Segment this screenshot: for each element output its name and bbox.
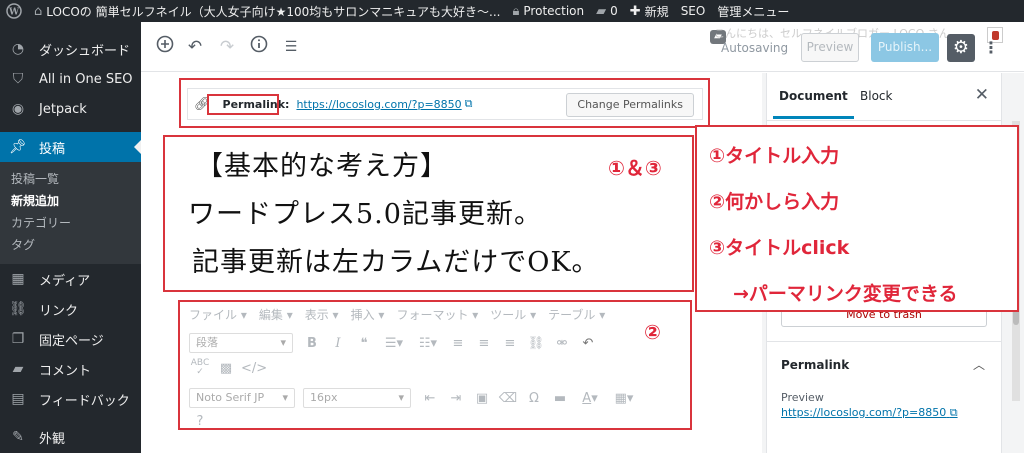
chevron-up-icon[interactable]: ︿ [973,356,985,373]
admin-menu-label: 管理メニュー [717,4,790,19]
admin-menu-link[interactable]: 管理メニュー [711,3,795,20]
svg-text:W: W [8,8,20,18]
info-button[interactable] [247,35,271,59]
list-icon: ☰ [284,39,298,55]
sidebar-item-label: Jetpack [39,101,87,117]
sidebar-item-all-in-one-seo[interactable]: ⛉ All in One SEO [0,64,141,94]
submenu-categories[interactable]: カテゴリー [0,212,141,234]
annotation-circle-2: ② [644,320,661,344]
new-label: 新規 [644,4,669,19]
redo-button[interactable]: ↷ [215,35,239,59]
preview-button[interactable]: Preview [801,33,859,62]
submenu-add-new[interactable]: 新規追加 [0,190,141,212]
sidebar-item-jetpack[interactable]: ◉ Jetpack [0,94,141,124]
posts-submenu: 投稿一覧 新規追加 カテゴリー タグ [0,162,141,264]
gear-icon: ⚙ [952,37,970,58]
sidebar-item-label: 固定ページ [39,333,104,349]
tab-document[interactable]: Document [773,89,854,119]
preview-url-link[interactable]: https://locoslog.com/?p=8850 ⧉ [781,406,958,420]
annotation-note-box: ①タイトル入力 ②何かしら入力 ③タイトルclick →パーマリンク変更できる [695,125,1019,312]
close-icon[interactable]: ✕ [975,85,989,105]
plus-circle-icon [156,35,174,53]
sidebar-item-posts[interactable]: 📌︎ 投稿 [0,132,141,162]
new-content-link[interactable]: ✚ 新規 [624,3,675,20]
info-icon [250,35,268,53]
sidebar-item-label: ダッシュボード [39,43,131,59]
pin-icon: 📌︎ [9,139,27,155]
page-icon: ❐ [11,331,25,347]
media-icon: ▦ [11,271,25,287]
sidebar-item-label: All in One SEO [39,71,133,87]
annotation-editor-box [178,300,692,430]
note-line: ①タイトル入力 [709,145,840,167]
sidebar-item-label: 投稿 [39,141,66,157]
submenu-tags[interactable]: タグ [0,234,141,256]
sidebar-item-media[interactable]: ▦ メディア [0,264,141,294]
seo-label: SEO [680,4,706,18]
note-line: ③タイトルclick [709,237,850,259]
site-name-link[interactable]: ⌂ LOCOの 簡単セルフネイル（大人女子向け★100均もサロンマニキュアも大好… [28,3,506,20]
annotation-circle-1-3: ①＆③ [608,156,662,180]
sidebar-item-label: フィードバック [39,393,130,409]
external-link-icon: ⧉ [949,406,958,419]
more-vertical-icon: ⋮ [983,38,999,57]
block-navigation-button[interactable]: ☰ [279,35,303,59]
permalink-panel-heading[interactable]: Permalink [781,358,849,372]
tab-block[interactable]: Block [860,89,892,103]
undo-button[interactable]: ↶ [183,35,207,59]
sidebar-item-label: コメント [39,363,92,379]
lock-icon: 🔒︎ [512,3,520,19]
sidebar-item-label: リンク [39,303,79,319]
comment-bubble-icon: ▰ [596,3,607,19]
admin-bar: W ⌂ LOCOの 簡単セルフネイル（大人女子向け★100均もサロンマニキュアも… [0,0,1024,22]
wordpress-logo-icon[interactable]: W [0,3,28,19]
more-menu-button[interactable]: ⋮ [983,34,999,62]
sidebar-item-pages[interactable]: ❐ 固定ページ [0,324,141,354]
annotation-permalink-label-box [207,94,279,115]
comments-link[interactable]: ▰ 0 [590,4,624,19]
undo-icon: ↶ [187,37,203,57]
protection-label: Protection [523,4,585,18]
comments-count: 0 [610,4,618,18]
sidebar-item-label: メディア [39,273,91,289]
preview-url-text: https://locoslog.com/?p=8850 [781,406,947,419]
sidebar-item-feedback[interactable]: ▤ フィードバック [0,384,141,414]
note-line: ②何かしら入力 [709,191,840,213]
redo-icon: ↷ [219,37,235,57]
preview-label: Preview [781,391,824,404]
sidebar-item-label: 外観 [39,431,66,447]
site-title: LOCOの 簡単セルフネイル（大人女子向け★100均もサロンマニキュアも大好き～… [46,4,501,19]
divider [767,341,1001,342]
add-block-button[interactable] [153,35,177,59]
feedback-icon: ▤ [11,391,25,407]
submenu-all-posts[interactable]: 投稿一覧 [0,168,141,190]
shield-icon: ⛉ [12,71,24,87]
publish-button[interactable]: Publish... [871,33,939,62]
jetpack-icon: ◉ [11,101,25,117]
dashboard-icon: ◔ [11,41,25,57]
admin-sidebar: ◔ ダッシュボード ⛉ All in One SEO ◉ Jetpack 📌︎ … [0,22,141,453]
sidebar-item-comments[interactable]: ▰ コメント [0,354,141,384]
autosaving-status: Autosaving [721,41,789,55]
note-line: →パーマリンク変更できる [733,283,958,305]
editor-header: ↶ ↷ ☰ ▰ こんにちは、セルフネイルブロガー LOCO さん Autosav… [141,22,1024,72]
comment-icon: ▰ [12,361,24,377]
plus-icon: ✚ [629,3,641,19]
protection-link[interactable]: 🔒︎ Protection [506,4,590,19]
settings-button[interactable]: ⚙ [947,34,975,62]
sidebar-item-appearance[interactable]: ✎ 外観 [0,422,141,452]
panel-tabs: Document Block ✕ [767,73,1001,121]
sidebar-item-dashboard[interactable]: ◔ ダッシュボード [0,34,141,64]
seo-link[interactable]: SEO [675,4,712,18]
home-icon: ⌂ [34,3,43,19]
appearance-icon: ✎ [12,429,24,445]
sidebar-item-links[interactable]: ⛓ リンク [0,294,141,324]
link-icon: ⛓ [9,301,27,317]
